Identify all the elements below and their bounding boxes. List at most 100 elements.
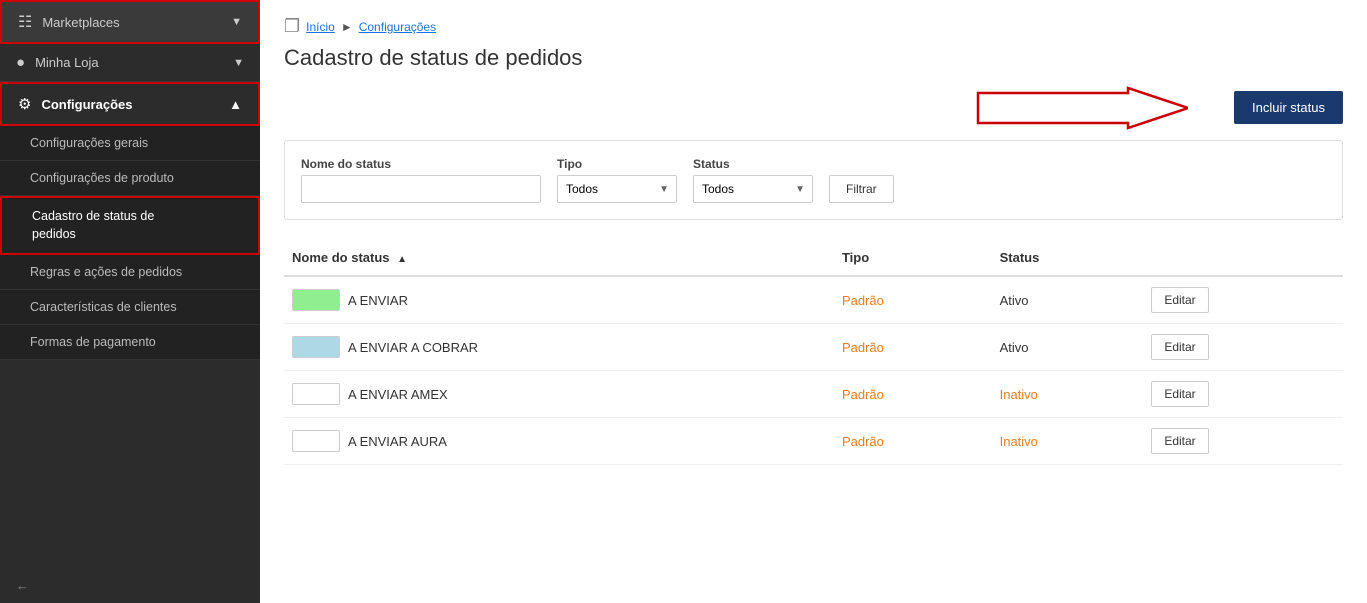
td-nome: A ENVIAR A COBRAR <box>284 324 834 371</box>
sidebar-item-marketplaces[interactable]: ☷ Marketplaces ▼ <box>0 0 260 44</box>
main-content: ❐ Início ► Configurações Cadastro de sta… <box>260 0 1367 603</box>
sidebar-item-label: Cadastro de status depedidos <box>32 208 154 243</box>
sidebar-item-config-produto[interactable]: Configurações de produto <box>0 161 260 196</box>
filtrar-button[interactable]: Filtrar <box>829 175 894 203</box>
include-btn-container: Incluir status <box>284 91 1343 124</box>
sidebar-item-minha-loja[interactable]: ● Minha Loja ▼ <box>0 44 260 82</box>
pages-icon: ❐ <box>284 16 300 37</box>
tipo-text: Padrão <box>842 434 884 449</box>
sidebar-item-formas-pagamento[interactable]: Formas de pagamento <box>0 325 260 360</box>
sidebar-item-config-gerais[interactable]: Configurações gerais <box>0 126 260 161</box>
color-swatch <box>292 430 340 452</box>
sort-icon: ▲ <box>397 254 407 265</box>
sidebar-config-label: Configurações <box>41 97 132 112</box>
red-arrow-annotation <box>968 83 1188 133</box>
status-name: A ENVIAR <box>348 293 408 308</box>
sidebar-item-label: Configurações gerais <box>30 136 148 150</box>
col-tipo: Tipo <box>834 240 992 276</box>
sidebar-marketplaces-label: Marketplaces <box>42 15 119 30</box>
status-text: Ativo <box>1000 293 1029 308</box>
td-nome: A ENVIAR <box>284 276 834 324</box>
td-status: Inativo <box>992 418 1144 465</box>
col-status: Status <box>992 240 1144 276</box>
sidebar-item-configuracoes[interactable]: ⚙ Configurações ▲ <box>0 82 260 126</box>
table-row: A ENVIAR AMEX Padrão Inativo Editar <box>284 371 1343 418</box>
sidebar-submenu-config: Configurações gerais Configurações de pr… <box>0 126 260 360</box>
chevron-up-icon: ▲ <box>229 97 242 112</box>
tipo-text: Padrão <box>842 340 884 355</box>
config-icon: ⚙ <box>18 95 31 113</box>
td-tipo: Padrão <box>834 276 992 324</box>
status-text: Inativo <box>1000 434 1038 449</box>
filter-tipo-select[interactable]: Todos Padrão Personalizado <box>557 175 677 203</box>
table-row: A ENVIAR AURA Padrão Inativo Editar <box>284 418 1343 465</box>
color-swatch <box>292 289 340 311</box>
table-header-row: Nome do status ▲ Tipo Status <box>284 240 1343 276</box>
filter-nome-status-input[interactable] <box>301 175 541 203</box>
status-text: Ativo <box>1000 340 1029 355</box>
minha-loja-icon: ● <box>16 54 25 71</box>
filter-tipo-field: Tipo Todos Padrão Personalizado ▼ <box>557 157 677 203</box>
marketplaces-icon: ☷ <box>18 12 32 32</box>
td-status: Ativo <box>992 276 1144 324</box>
sidebar-item-label: Características de clientes <box>30 300 177 314</box>
td-edit: Editar <box>1143 324 1343 371</box>
td-status: Ativo <box>992 324 1144 371</box>
td-nome: A ENVIAR AMEX <box>284 371 834 418</box>
tipo-text: Padrão <box>842 387 884 402</box>
filter-nome-status-label: Nome do status <box>301 157 541 171</box>
edit-button[interactable]: Editar <box>1151 381 1208 407</box>
breadcrumb-sep: ► <box>341 20 353 34</box>
filter-box: Nome do status Tipo Todos Padrão Persona… <box>284 140 1343 220</box>
td-edit: Editar <box>1143 371 1343 418</box>
sidebar-item-label: Formas de pagamento <box>30 335 156 349</box>
filter-nome-status-field: Nome do status <box>301 157 541 203</box>
edit-button[interactable]: Editar <box>1151 428 1208 454</box>
sidebar: ☷ Marketplaces ▼ ● Minha Loja ▼ ⚙ Config… <box>0 0 260 603</box>
td-edit: Editar <box>1143 418 1343 465</box>
edit-button[interactable]: Editar <box>1151 287 1208 313</box>
filter-tipo-wrap: Todos Padrão Personalizado ▼ <box>557 175 677 203</box>
status-name: A ENVIAR AURA <box>348 434 447 449</box>
table-row: A ENVIAR A COBRAR Padrão Ativo Editar <box>284 324 1343 371</box>
sidebar-minha-loja-label: Minha Loja <box>35 55 99 70</box>
td-status: Inativo <box>992 371 1144 418</box>
col-actions <box>1143 240 1343 276</box>
breadcrumb-inicio[interactable]: Início <box>306 20 335 34</box>
arrow-svg <box>968 83 1188 133</box>
color-swatch <box>292 336 340 358</box>
tipo-text: Padrão <box>842 293 884 308</box>
table-row: A ENVIAR Padrão Ativo Editar <box>284 276 1343 324</box>
status-table: Nome do status ▲ Tipo Status A ENVIAR <box>284 240 1343 465</box>
breadcrumb-configuracoes[interactable]: Configurações <box>359 20 436 34</box>
status-name: A ENVIAR AMEX <box>348 387 448 402</box>
content-area: ❐ Início ► Configurações Cadastro de sta… <box>260 0 1367 603</box>
sidebar-item-caracteristicas[interactable]: Características de clientes <box>0 290 260 325</box>
include-status-button[interactable]: Incluir status <box>1234 91 1343 124</box>
filter-status-select[interactable]: Todos Ativo Inativo <box>693 175 813 203</box>
td-edit: Editar <box>1143 276 1343 324</box>
sidebar-item-cadastro-status[interactable]: Cadastro de status depedidos <box>0 196 260 255</box>
chevron-down-icon: ▼ <box>231 16 242 28</box>
breadcrumb: ❐ Início ► Configurações <box>284 16 1343 37</box>
edit-button[interactable]: Editar <box>1151 334 1208 360</box>
filter-status-wrap: Todos Ativo Inativo ▼ <box>693 175 813 203</box>
sidebar-item-label: Configurações de produto <box>30 171 174 185</box>
td-tipo: Padrão <box>834 371 992 418</box>
td-tipo: Padrão <box>834 418 992 465</box>
color-swatch <box>292 383 340 405</box>
filter-tipo-label: Tipo <box>557 157 677 171</box>
td-tipo: Padrão <box>834 324 992 371</box>
table-scroll-area: Nome do status ▲ Tipo Status A ENVIAR <box>284 240 1343 465</box>
filter-status-field: Status Todos Ativo Inativo ▼ <box>693 157 813 203</box>
sidebar-item-regras-acoes[interactable]: Regras e ações de pedidos <box>0 255 260 290</box>
sidebar-back-btn[interactable]: ← <box>0 568 260 603</box>
sidebar-item-label: Regras e ações de pedidos <box>30 265 182 279</box>
col-nome-status: Nome do status ▲ <box>284 240 834 276</box>
status-name: A ENVIAR A COBRAR <box>348 340 478 355</box>
chevron-down-icon: ▼ <box>233 57 244 69</box>
td-nome: A ENVIAR AURA <box>284 418 834 465</box>
page-title: Cadastro de status de pedidos <box>284 45 1343 71</box>
status-text: Inativo <box>1000 387 1038 402</box>
back-icon: ← <box>16 578 29 593</box>
